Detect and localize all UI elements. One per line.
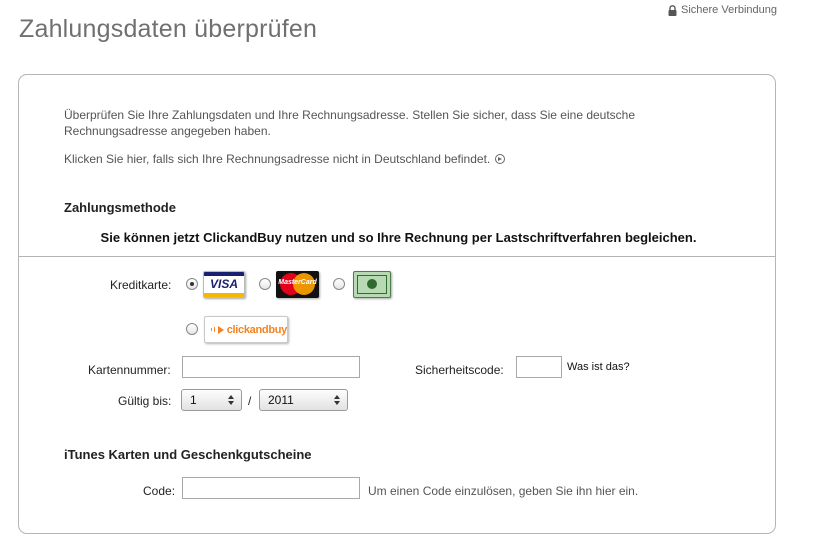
- gift-cards-heading: iTunes Karten und Geschenkgutscheine: [64, 447, 312, 462]
- clickandbuy-logo-text: clickandbuy: [226, 323, 288, 336]
- payment-method-heading: Zahlungsmethode: [64, 200, 176, 215]
- card-number-label: Kartennummer:: [88, 363, 171, 377]
- arrow-circle-icon[interactable]: [495, 154, 506, 164]
- mastercard-logo-text: MasterCard: [278, 279, 317, 286]
- clickandbuy-logo[interactable]: clickandbuy: [204, 316, 288, 343]
- valid-until-label: Gültig bis:: [118, 394, 172, 408]
- expiry-month-select[interactable]: 1: [181, 389, 242, 411]
- gift-code-input[interactable]: [182, 477, 360, 499]
- what-is-this-link[interactable]: Was ist das?: [567, 361, 630, 373]
- radio-amex[interactable]: [333, 278, 345, 290]
- secure-connection-label: Sichere Verbindung: [681, 4, 778, 16]
- select-arrows-icon: [228, 395, 234, 405]
- foreign-address-link-label[interactable]: Klicken Sie hier, falls sich Ihre Rechnu…: [64, 152, 490, 166]
- amex-logo[interactable]: [353, 271, 391, 298]
- select-arrows-icon: [334, 395, 340, 405]
- visa-logo[interactable]: VISA: [203, 271, 245, 298]
- page-title: Zahlungsdaten überprüfen: [19, 15, 318, 43]
- secure-connection: Sichere Verbindung: [668, 4, 777, 16]
- radio-mastercard[interactable]: [259, 278, 271, 290]
- security-code-label: Sicherheitscode:: [415, 363, 504, 377]
- visa-logo-text: VISA: [209, 277, 238, 291]
- foreign-address-link[interactable]: Klicken Sie hier, falls sich Ihre Rechnu…: [64, 152, 506, 166]
- intro-text: Überprüfen Sie Ihre Zahlungsdaten und Ih…: [64, 108, 636, 138]
- expiry-year-select[interactable]: 2011: [259, 389, 348, 411]
- mastercard-logo[interactable]: MasterCard: [276, 271, 319, 298]
- code-hint: Um einen Code einzulösen, geben Sie ihn …: [368, 484, 639, 498]
- expiry-year-value: 2011: [268, 393, 294, 407]
- code-label: Code:: [143, 484, 176, 498]
- expiry-month-value: 1: [190, 393, 197, 407]
- payment-panel: [18, 74, 776, 534]
- section-divider: [18, 256, 776, 257]
- security-code-input[interactable]: [516, 356, 562, 378]
- lock-icon: [668, 4, 677, 16]
- card-number-input[interactable]: [182, 356, 360, 378]
- credit-card-label: Kreditkarte:: [110, 278, 172, 292]
- radio-clickandbuy[interactable]: [186, 323, 198, 335]
- date-separator: /: [248, 394, 252, 408]
- clickandbuy-notice: Sie können jetzt ClickandBuy nutzen und …: [100, 230, 697, 245]
- radio-visa[interactable]: [186, 278, 198, 290]
